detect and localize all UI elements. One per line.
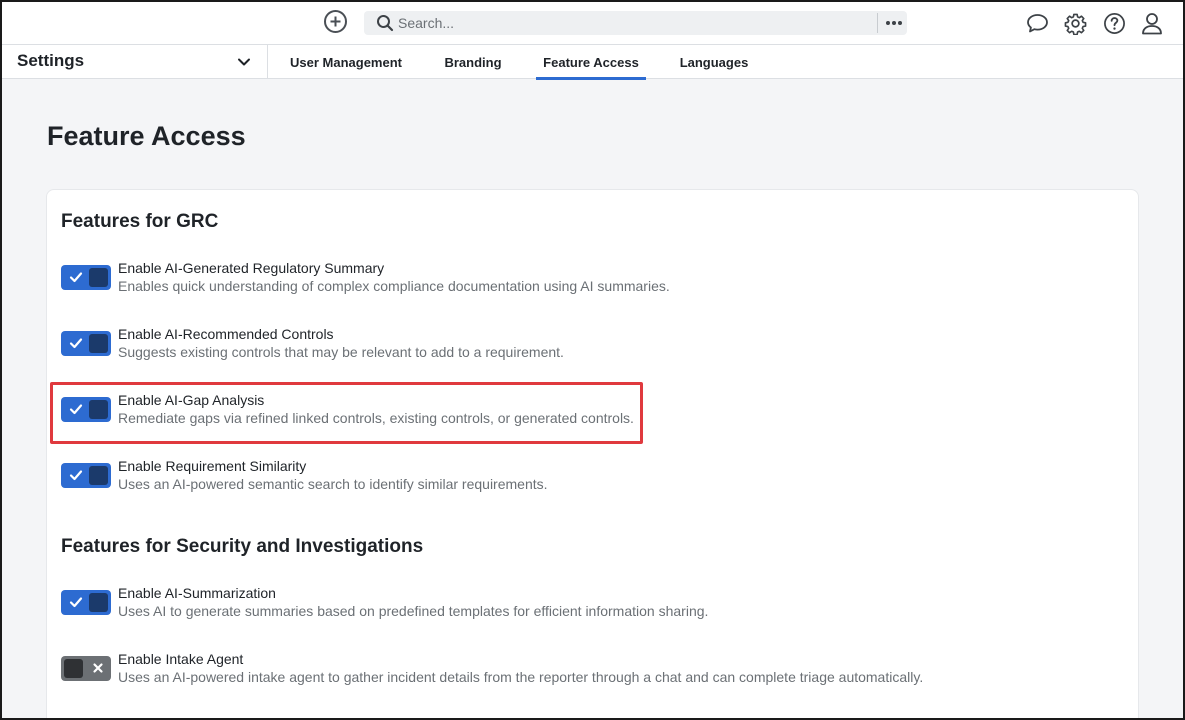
feature-title: Enable AI-Recommended Controls (118, 326, 334, 342)
feature-description: Uses AI to generate summaries based on p… (118, 603, 709, 619)
feature-description: Suggests existing controls that may be r… (118, 344, 564, 360)
tab-feature-access[interactable]: Feature Access (536, 45, 646, 80)
settings-button[interactable] (1063, 11, 1087, 35)
settings-nav: Settings User Management Branding Featur… (0, 45, 1185, 80)
settings-dropdown-label: Settings (17, 51, 85, 70)
search-bar (364, 11, 907, 35)
plus-circle-icon (330, 16, 341, 27)
toggle-knob (89, 593, 108, 612)
feature-toggle[interactable] (61, 397, 111, 422)
user-icon (1142, 12, 1162, 34)
tab-branding[interactable]: Branding (436, 45, 510, 79)
feature-toggle[interactable] (61, 265, 111, 290)
feature-toggle[interactable] (61, 656, 111, 681)
section-title-grc: Features for GRC (61, 211, 219, 232)
feature-toggle[interactable] (61, 463, 111, 488)
section-title-security-investigations: Features for Security and Investigations (61, 536, 424, 557)
search-divider (877, 13, 878, 33)
user-menu-button[interactable] (1140, 11, 1164, 35)
gear-icon (1064, 13, 1086, 35)
feature-toggle[interactable] (61, 331, 111, 356)
feature-title: Enable AI-Gap Analysis (118, 392, 265, 408)
feature-title: Enable AI-Generated Regulatory Summary (118, 260, 385, 276)
page-title: Feature Access (47, 121, 246, 151)
toggle-knob (89, 466, 108, 485)
more-horizontal-icon (885, 21, 902, 25)
feature-toggle[interactable] (61, 590, 111, 615)
search-icon (377, 15, 394, 32)
feature-description: Remediate gaps via refined linked contro… (118, 410, 634, 426)
help-button[interactable] (1102, 11, 1126, 35)
check-icon (69, 470, 83, 481)
toggle-knob (89, 400, 108, 419)
tab-languages[interactable]: Languages (672, 45, 756, 79)
check-icon (69, 338, 83, 349)
feature-title: Enable Intake Agent (118, 651, 244, 667)
feature-description: Uses an AI-powered intake agent to gathe… (118, 669, 924, 685)
search-input[interactable] (398, 11, 868, 35)
feature-title: Enable AI-Summarization (118, 585, 276, 601)
chat-bubble-icon (1026, 13, 1048, 32)
search-options-button[interactable] (880, 11, 907, 35)
check-icon (69, 597, 83, 608)
feature-description: Enables quick understanding of complex c… (118, 278, 670, 294)
settings-dropdown[interactable]: Settings (0, 45, 268, 79)
top-bar (0, 0, 1185, 45)
toggle-knob (89, 334, 108, 353)
add-button[interactable] (324, 10, 347, 33)
help-circle-icon (1103, 12, 1125, 34)
x-icon (93, 663, 103, 673)
toggle-knob (64, 659, 83, 678)
feature-description: Uses an AI-powered semantic search to id… (118, 476, 548, 492)
check-icon (69, 404, 83, 415)
chevron-down-icon (238, 58, 250, 66)
tab-user-management[interactable]: User Management (284, 45, 408, 79)
check-icon (69, 272, 83, 283)
feature-title: Enable Requirement Similarity (118, 458, 307, 474)
chat-button[interactable] (1025, 11, 1049, 35)
toggle-knob (89, 268, 108, 287)
